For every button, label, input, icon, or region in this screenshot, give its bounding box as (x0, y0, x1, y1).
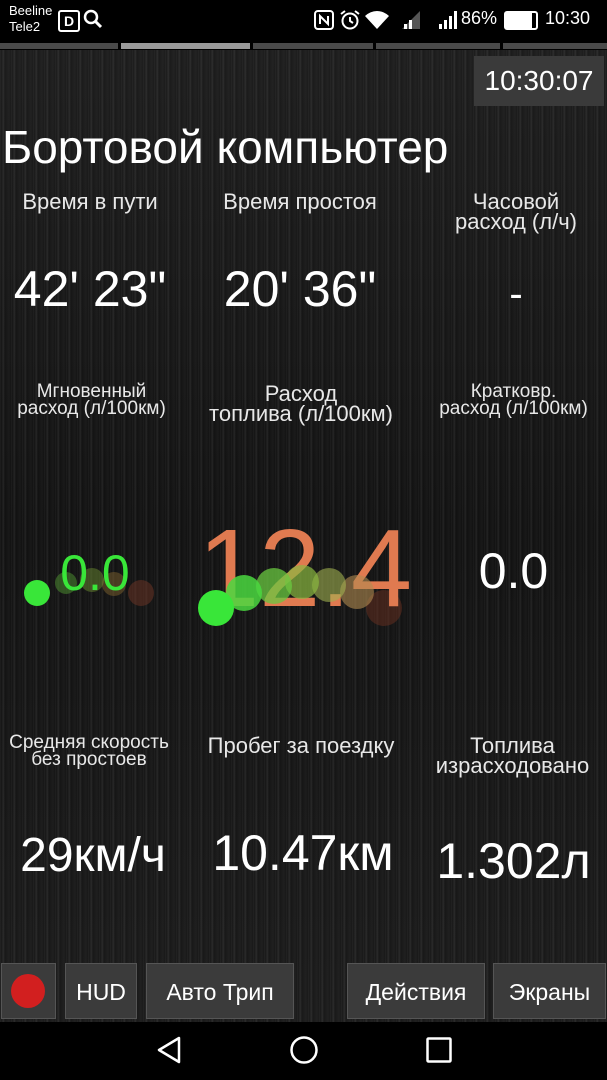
page-segment-active (121, 43, 250, 49)
avg-speed-value: 29км/ч (20, 829, 166, 882)
back-icon[interactable] (155, 1035, 183, 1065)
search-icon (83, 9, 103, 29)
wifi-icon (365, 11, 389, 29)
status-bar: Beeline Tele2 D 86% 10:30 (0, 0, 607, 40)
record-button[interactable] (1, 963, 56, 1019)
short-term-consumption-label-line2: расход (л/100км) (439, 398, 588, 419)
page-segment (0, 43, 118, 49)
recents-icon[interactable] (425, 1036, 453, 1064)
page-title: Бортовой компьютер (2, 121, 449, 173)
hud-button[interactable]: HUD (65, 963, 137, 1019)
travel-time-value: 42' 23" (13, 261, 167, 317)
current-dot (24, 580, 50, 606)
hourly-consumption-label-line2: расход (л/ч) (455, 209, 577, 234)
signal-1-icon (402, 11, 420, 29)
instant-consumption-value: 0.0 (60, 545, 130, 601)
page-segment (503, 43, 607, 49)
record-icon (11, 974, 45, 1008)
signal-2-icon (439, 11, 457, 29)
hourly-consumption-label: Часовой расход (л/ч) (425, 191, 607, 234)
clock: 10:30:07 (474, 56, 604, 106)
fuel-used-label: Топлива израсходовано (418, 735, 607, 778)
instant-consumption-label: Мгновенный расход (л/100км) (0, 382, 183, 419)
dashboard: 10:30:07 Бортовой компьютер Время в пути… (0, 50, 607, 1022)
battery-percent: 86% (461, 8, 498, 28)
screens-button[interactable]: Экраны (493, 963, 606, 1019)
nfc-icon (314, 10, 334, 30)
carrier-info: Beeline Tele2 (9, 3, 52, 35)
avg-speed-label-line2: без простоев (31, 749, 147, 770)
avg-speed-label: Средняя скорость без простоев (0, 733, 178, 770)
current-dot (198, 590, 234, 626)
actions-button[interactable]: Действия (347, 963, 485, 1019)
navigation-bar (0, 1022, 607, 1080)
hourly-consumption-value: - (509, 272, 523, 316)
page-segment (253, 43, 373, 49)
idle-time-value: 20' 36" (223, 261, 377, 317)
fuel-used-label-line2: израсходовано (435, 753, 590, 778)
travel-time-label: Время в пути (22, 189, 158, 214)
idle-time-label: Время простоя (223, 189, 377, 214)
trail-dot (256, 568, 292, 604)
instant-consumption-label-line2: расход (л/100км) (17, 398, 166, 419)
alarm-icon (340, 10, 360, 30)
short-term-consumption-value: 0.0 (478, 543, 549, 599)
carrier-1: Beeline (9, 3, 53, 18)
short-term-consumption-label: Кратковр. расход (л/100км) (420, 382, 607, 419)
d-app-icon: D (58, 10, 80, 32)
page-segment (376, 43, 500, 49)
home-icon[interactable] (289, 1035, 319, 1065)
trip-distance-label: Пробег за поездку (207, 733, 395, 758)
status-time: 10:30 (545, 8, 591, 28)
auto-trip-button[interactable]: Авто Трип (146, 963, 294, 1019)
fuel-consumption-label-line2: топлива (л/100км) (209, 401, 393, 426)
fuel-consumption-label: Расход топлива (л/100км) (185, 383, 417, 426)
carrier-2: Tele2 (9, 19, 41, 34)
trip-distance-value: 10.47км (212, 825, 394, 881)
fuel-used-value: 1.302л (436, 833, 591, 889)
battery-icon (504, 11, 538, 30)
